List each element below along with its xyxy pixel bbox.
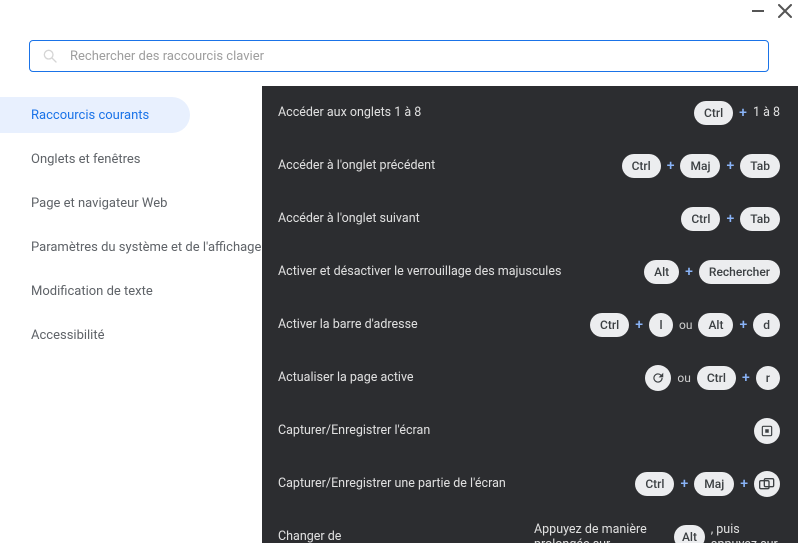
minimize-button[interactable]: [752, 10, 764, 12]
screenshot-icon: [754, 418, 780, 444]
keyboard-key: Ctrl: [697, 366, 736, 390]
key-range-text: 1 à 8: [753, 105, 780, 120]
shortcut-row: Activer la barre d'adresseCtrl + lou Alt + d: [262, 298, 798, 351]
plus-separator: +: [742, 370, 750, 386]
windows-icon: [754, 471, 780, 497]
shortcut-keys: Ctrl + Maj +: [635, 471, 780, 497]
footer-text: Appuyez de manière prolongée sur: [534, 522, 668, 543]
keyboard-key: Rechercher: [699, 260, 780, 284]
plus-separator: +: [635, 317, 643, 333]
shortcut-keys: [754, 418, 780, 444]
shortcut-row: Accéder aux onglets 1 à 8Ctrl +1 à 8: [262, 86, 798, 139]
plus-separator: +: [680, 476, 688, 492]
shortcut-row: Changer de Appuyez de manière prolongée …: [262, 510, 798, 543]
shortcut-keys: Ctrl + Tab: [681, 207, 780, 231]
close-button[interactable]: [778, 4, 792, 18]
shortcut-row: Capturer/Enregistrer une partie de l'écr…: [262, 457, 798, 510]
refresh-icon: [645, 365, 671, 391]
or-separator: ou: [679, 318, 692, 332]
keyboard-key: Alt: [674, 525, 704, 543]
plus-separator: +: [726, 211, 734, 227]
plus-separator: +: [726, 158, 734, 174]
shortcut-keys: ou Ctrl + r: [645, 365, 780, 391]
keyboard-key: Ctrl: [694, 101, 733, 125]
or-separator: ou: [677, 371, 690, 385]
shortcut-row: Capturer/Enregistrer l'écran: [262, 404, 798, 457]
shortcut-row: Accéder à l'onglet suivantCtrl + Tab: [262, 192, 798, 245]
keyboard-key: d: [753, 313, 780, 337]
shortcut-description: Changer de: [278, 529, 534, 543]
keyboard-key: Tab: [740, 207, 780, 231]
sidebar-item-common-shortcuts[interactable]: Raccourcis courants: [0, 97, 190, 133]
shortcut-keys: Ctrl + Maj + Tab: [622, 154, 780, 178]
plus-separator: +: [667, 158, 675, 174]
shortcut-row: Accéder à l'onglet précédentCtrl + Maj + Tab: [262, 139, 798, 192]
sidebar-item-page-browser[interactable]: Page et navigateur Web: [0, 185, 262, 221]
shortcut-row: Actualiser la page active ou Ctrl + r: [262, 351, 798, 404]
sidebar-item-tabs-windows[interactable]: Onglets et fenêtres: [0, 141, 262, 177]
shortcut-description: Accéder à l'onglet précédent: [278, 158, 622, 174]
shortcut-description: Capturer/Enregistrer une partie de l'écr…: [278, 476, 635, 492]
shortcut-description: Accéder aux onglets 1 à 8: [278, 105, 694, 121]
sidebar-item-text-editing[interactable]: Modification de texte: [0, 273, 262, 309]
plus-separator: +: [739, 317, 747, 333]
keyboard-key: Alt: [644, 260, 679, 284]
sidebar-item-accessibility[interactable]: Accessibilité: [0, 317, 262, 353]
shortcut-keys: Alt + Rechercher: [644, 260, 780, 284]
keyboard-key: Maj: [680, 154, 720, 178]
shortcut-keys: Ctrl +1 à 8: [694, 101, 780, 125]
shortcut-description: Capturer/Enregistrer l'écran: [278, 423, 754, 439]
keyboard-key: Maj: [694, 472, 734, 496]
keyboard-key: Alt: [698, 313, 733, 337]
keyboard-key: Ctrl: [622, 154, 661, 178]
keyboard-key: r: [756, 366, 780, 390]
plus-separator: +: [740, 476, 748, 492]
plus-separator: +: [685, 264, 693, 280]
search-icon: [42, 48, 58, 64]
shortcut-description: Activer et désactiver le verrouillage de…: [278, 264, 644, 280]
keyboard-key: Tab: [740, 154, 780, 178]
close-icon: [778, 4, 792, 18]
search-field[interactable]: [29, 40, 769, 72]
shortcut-keys: Ctrl + lou Alt + d: [590, 313, 780, 337]
sidebar-item-system-display[interactable]: Paramètres du système et de l'affichage: [0, 229, 262, 265]
shortcut-description: Activer la barre d'adresse: [278, 317, 590, 333]
keyboard-key: l: [649, 313, 673, 337]
shortcut-description: Actualiser la page active: [278, 370, 645, 386]
plus-separator: +: [739, 105, 747, 121]
keyboard-key: Ctrl: [681, 207, 720, 231]
shortcuts-panel: Accéder aux onglets 1 à 8Ctrl+1 à 8Accéd…: [262, 86, 798, 543]
shortcut-description: Accéder à l'onglet suivant: [278, 211, 681, 227]
footer-text: , puis appuyez sur: [711, 522, 780, 543]
shortcut-row: Activer et désactiver le verrouillage de…: [262, 245, 798, 298]
search-input[interactable]: [70, 49, 756, 64]
keyboard-key: Ctrl: [635, 472, 674, 496]
keyboard-key: Ctrl: [590, 313, 629, 337]
minimize-icon: [752, 10, 764, 12]
sidebar: Raccourcis courants Onglets et fenêtres …: [0, 97, 262, 361]
